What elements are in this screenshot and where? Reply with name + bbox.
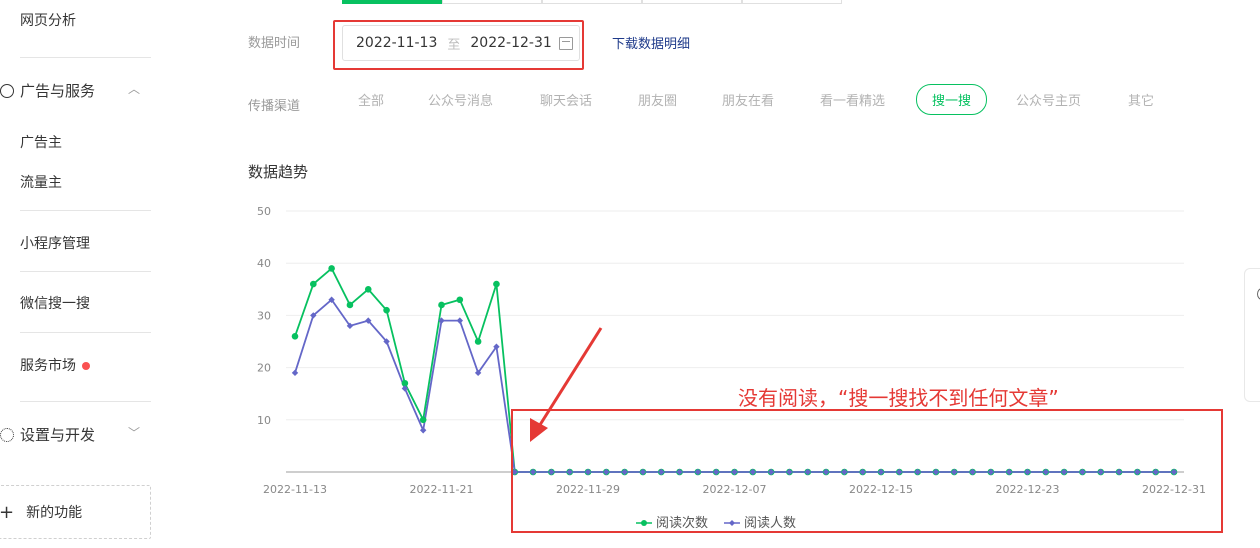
annotation-text: 没有阅读，“搜一搜找不到任何文章” xyxy=(738,386,1059,410)
main-content: 数据时间 2022-11-13 至 2022-12-31 下载数据明细 传播渠道… xyxy=(208,0,1260,548)
notification-dot xyxy=(82,362,90,370)
x-tick-label: 2022-11-21 xyxy=(410,483,474,496)
data-point-reads xyxy=(328,265,335,272)
sidebar-item-publisher[interactable]: 流量主 xyxy=(20,172,62,192)
x-tick-label: 2022-12-23 xyxy=(996,483,1060,496)
x-tick-label: 2022-12-15 xyxy=(849,483,913,496)
sidebar-item-miniprogram[interactable]: 小程序管理 xyxy=(20,233,90,253)
data-point-reads xyxy=(456,296,464,304)
y-tick-label: 20 xyxy=(257,362,271,375)
data-point-readers xyxy=(456,317,464,324)
sidebar-item-service-market[interactable]: 服务市场 xyxy=(20,355,90,375)
data-point-reads xyxy=(383,306,390,314)
data-point-readers xyxy=(419,427,427,434)
data-point-reads xyxy=(419,416,427,424)
legend-label-reads: 阅读次数 xyxy=(656,516,709,531)
sidebar-item-service-market-label: 服务市场 xyxy=(20,358,76,374)
data-point-reads xyxy=(346,301,354,309)
data-point-reads xyxy=(493,280,500,288)
y-tick-label: 40 xyxy=(257,257,271,270)
sidebar-item-web-analysis[interactable]: 网页分析 xyxy=(20,10,76,30)
chevron-down-icon[interactable]: ﹀ xyxy=(128,424,140,441)
legend-marker-circle xyxy=(636,517,652,527)
data-point-reads xyxy=(438,301,445,309)
x-tick-label: 2022-11-29 xyxy=(556,483,620,496)
trend-chart: 10 20 30 40 50 2022-11-13 2022-11-21 2022-11-2… xyxy=(257,205,1223,533)
data-point-reads xyxy=(474,338,482,345)
sidebar-item-advertiser[interactable]: 广告主 xyxy=(20,132,62,152)
x-tick-label: 2022-12-31 xyxy=(1142,483,1206,496)
legend-item-readers[interactable]: 阅读人数 xyxy=(724,512,796,531)
divider xyxy=(20,57,151,58)
y-tick-label: 10 xyxy=(257,414,271,427)
annotation-box-chart xyxy=(511,409,1223,533)
sidebar-group-ads-label: 广告与服务 xyxy=(20,82,96,100)
plus-icon: + xyxy=(0,501,15,523)
new-feature-label: 新的功能 xyxy=(26,505,83,521)
clock-icon xyxy=(0,83,14,98)
y-tick-label: 30 xyxy=(257,309,271,322)
new-feature-button[interactable]: + 新的功能 xyxy=(0,485,151,539)
sidebar-item-wechat-search[interactable]: 微信搜一搜 xyxy=(20,293,90,313)
y-tick-label: 50 xyxy=(257,205,271,218)
legend-item-reads[interactable]: 阅读次数 xyxy=(636,512,708,531)
sidebar-group-ads[interactable]: 广告与服务 ︿ xyxy=(0,80,150,101)
sidebar: 网页分析 广告与服务 ︿ 广告主 流量主 小程序管理 微信搜一搜 服务市场 设置… xyxy=(0,0,208,548)
data-point-reads xyxy=(364,286,372,293)
sidebar-group-settings[interactable]: 设置与开发 ﹀ xyxy=(0,424,150,445)
sidebar-group-settings-label: 设置与开发 xyxy=(20,426,96,444)
data-point-reads xyxy=(291,332,299,340)
data-point-reads xyxy=(310,280,317,288)
chart-legend: 阅读次数 阅读人数 xyxy=(636,512,812,531)
annotation-arrow xyxy=(530,327,603,442)
gear-icon xyxy=(0,427,14,442)
divider xyxy=(20,271,151,272)
chevron-up-icon[interactable]: ︿ xyxy=(128,80,140,97)
legend-marker-diamond xyxy=(724,517,741,527)
divider xyxy=(20,210,151,211)
x-tick-label: 2022-11-13 xyxy=(263,483,327,496)
legend-label-readers: 阅读人数 xyxy=(744,516,797,531)
x-tick-label: 2022-12-07 xyxy=(703,483,767,496)
right-side-tab[interactable] xyxy=(1244,268,1260,402)
data-point-readers xyxy=(291,369,299,377)
divider xyxy=(20,332,151,333)
series-line-0 xyxy=(294,266,1174,473)
divider xyxy=(20,401,151,402)
